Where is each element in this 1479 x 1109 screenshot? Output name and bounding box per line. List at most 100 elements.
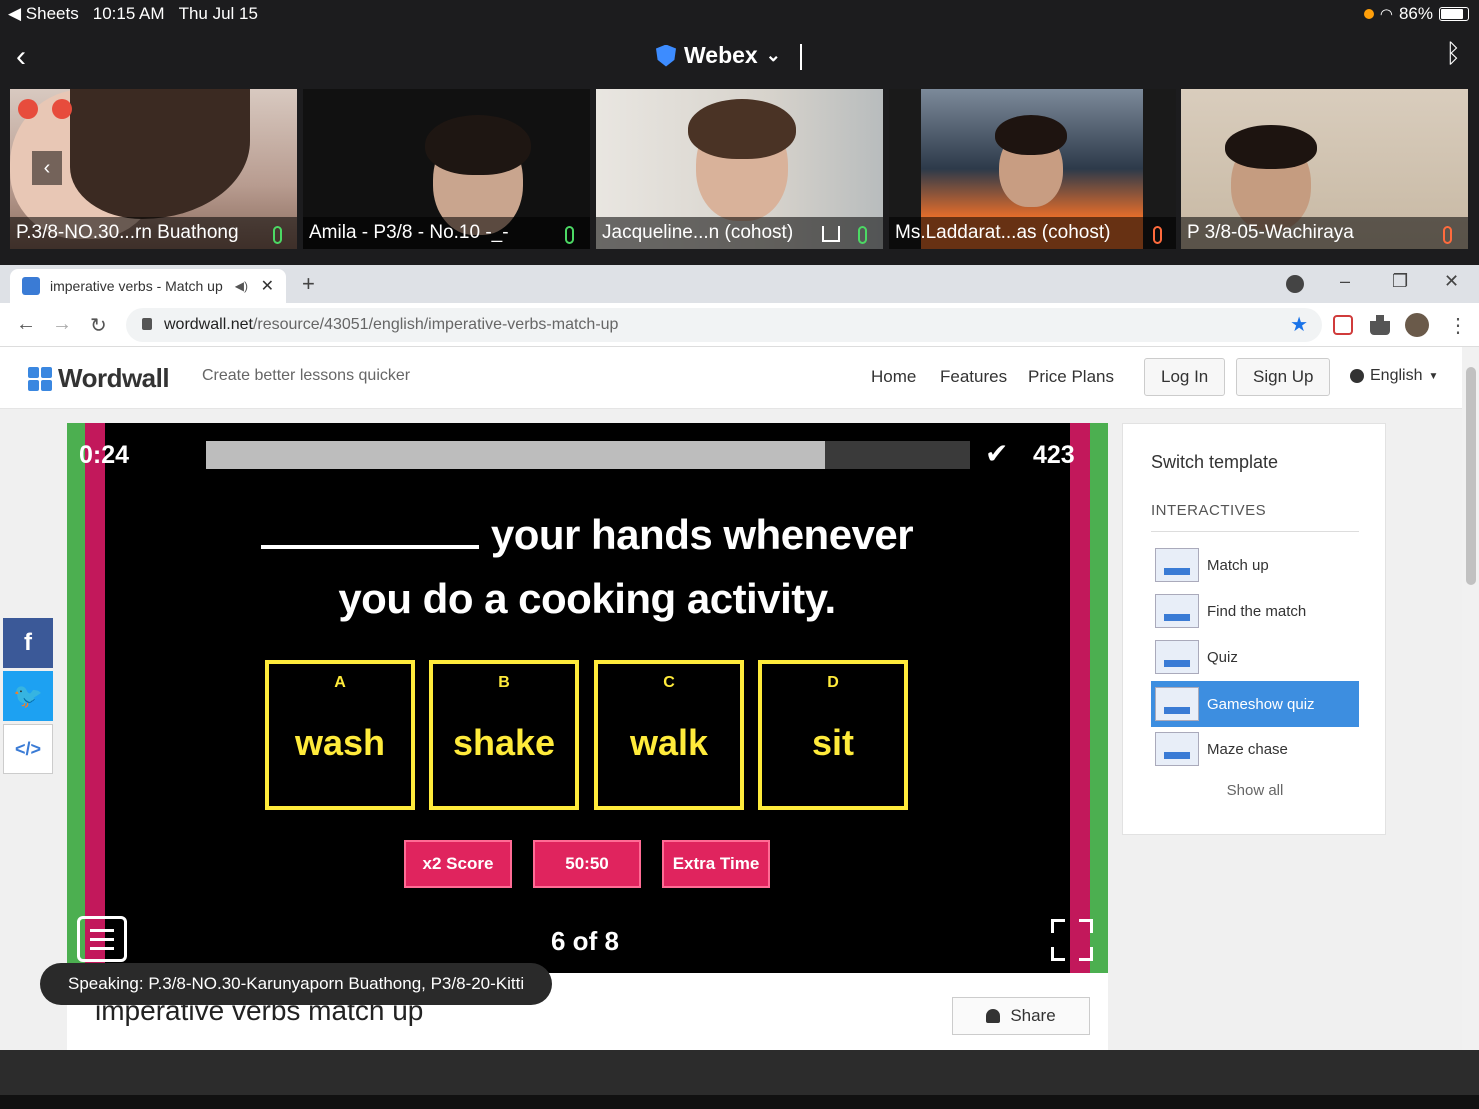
- fullscreen-icon[interactable]: [1051, 919, 1093, 961]
- nav-price-plans[interactable]: Price Plans: [1028, 367, 1114, 387]
- left-red-bar: [85, 423, 105, 973]
- tab-bar: imperative verbs - Match up ◀) ✕ + – ❐ ✕: [0, 265, 1479, 303]
- home-indicator-area: [0, 1095, 1479, 1109]
- question-text: your hands whenever you do a cooking act…: [197, 503, 977, 631]
- template-match-up[interactable]: Match up: [1151, 544, 1359, 586]
- fifty-fifty-button[interactable]: 50:50: [533, 840, 641, 888]
- game-menu-icon[interactable]: [77, 916, 127, 962]
- signup-button[interactable]: Sign Up: [1236, 358, 1331, 396]
- minimize-icon[interactable]: –: [1340, 271, 1350, 292]
- back-to-app[interactable]: ◀ Sheets: [8, 4, 79, 24]
- battery-percent: 86%: [1398, 4, 1433, 23]
- template-gameshow-quiz[interactable]: Gameshow quiz: [1151, 681, 1359, 727]
- tagline: Create better lessons quicker: [202, 367, 411, 384]
- bottom-strip: [0, 1050, 1479, 1095]
- reload-icon[interactable]: ↻: [90, 313, 107, 338]
- time-progress: [206, 441, 970, 469]
- template-maze-chase[interactable]: Maze chase: [1151, 728, 1359, 770]
- speaking-indicator: Speaking: P.3/8-NO.30-Karunyaporn Buatho…: [40, 963, 553, 1005]
- share-button[interactable]: Share: [952, 997, 1090, 1035]
- answer-option-c[interactable]: C walk: [594, 660, 744, 810]
- mic-on-icon: [273, 226, 282, 244]
- gameshow-quiz: 0:24 ✔ 423 your hands whenever you do a …: [67, 423, 1108, 973]
- lock-icon: [142, 318, 152, 330]
- extra-time-button[interactable]: Extra Time: [662, 840, 770, 888]
- answer-option-b[interactable]: B shake: [429, 660, 579, 810]
- status-time: 10:15 AM: [92, 4, 165, 23]
- language-selector[interactable]: English ▼: [1350, 367, 1438, 385]
- wifi-icon: ◠: [1379, 6, 1393, 23]
- more-menu-icon[interactable]: ⋮: [1448, 313, 1468, 338]
- answer-option-a[interactable]: A wash: [265, 660, 415, 810]
- browser-tab[interactable]: imperative verbs - Match up ◀) ✕: [10, 269, 286, 303]
- template-find-the-match[interactable]: Find the match: [1151, 590, 1359, 632]
- participant-tiles: ‹ P.3/8-NO.30...rn Buathong Amila - P3/8…: [0, 89, 1479, 249]
- switch-template-panel: Switch template INTERACTIVES Match up Fi…: [1122, 423, 1386, 835]
- chevron-down-icon: ⌄: [765, 45, 781, 65]
- new-tab-icon[interactable]: +: [302, 271, 315, 297]
- mic-muted-icon: [1443, 226, 1452, 244]
- template-quiz[interactable]: Quiz: [1151, 636, 1359, 678]
- shield-icon: [656, 44, 676, 67]
- scroll-thumb[interactable]: [1466, 367, 1476, 585]
- find-the-match-thumbnail-icon: [1155, 594, 1199, 628]
- ios-status-bar: ◀ Sheets 10:15 AM Thu Jul 15 ◠ 86%: [0, 0, 1479, 28]
- answer-option-d[interactable]: D sit: [758, 660, 908, 810]
- status-date: Thu Jul 15: [178, 4, 258, 23]
- check-icon: ✔: [985, 438, 1009, 469]
- close-window-icon[interactable]: ✕: [1444, 271, 1459, 292]
- facebook-share-icon[interactable]: f: [3, 618, 53, 668]
- forward-arrow-icon[interactable]: →: [52, 313, 72, 336]
- bluetooth-icon[interactable]: ᛒ: [1445, 38, 1461, 69]
- time-progress-fill: [206, 441, 825, 469]
- avatar[interactable]: [1405, 313, 1429, 337]
- panel-title: Switch template: [1151, 452, 1279, 472]
- share-screen-icon: [822, 226, 840, 242]
- maze-chase-thumbnail-icon: [1155, 732, 1199, 766]
- participant-name: Jacqueline...n (cohost): [602, 222, 794, 243]
- profile-dropdown-icon[interactable]: [1286, 275, 1304, 293]
- header-divider: [800, 44, 802, 70]
- participant-tile[interactable]: Ms.Laddarat...as (cohost): [889, 89, 1176, 249]
- right-green-bar: [1090, 423, 1108, 973]
- page-scrollbar[interactable]: [1462, 347, 1479, 1050]
- answer-blank: [260, 509, 479, 549]
- score: 423: [1033, 441, 1075, 469]
- back-arrow-icon[interactable]: ←: [16, 313, 36, 336]
- prev-tiles-icon[interactable]: ‹: [32, 151, 62, 185]
- question-counter: 6 of 8: [551, 926, 619, 956]
- left-green-bar: [67, 423, 85, 973]
- nav-features[interactable]: Features: [940, 367, 1007, 387]
- screen: ◀ Sheets 10:15 AM Thu Jul 15 ◠ 86% ‹ Web…: [0, 0, 1479, 1109]
- show-all-link[interactable]: Show all: [1123, 782, 1387, 799]
- webex-header: ‹ Webex ⌄ ᛒ: [0, 28, 1479, 86]
- wordwall-logo-icon: [28, 366, 52, 391]
- bookmark-star-icon[interactable]: ★: [1290, 308, 1308, 342]
- extension-icon[interactable]: [1333, 315, 1353, 335]
- section-heading: INTERACTIVES: [1151, 502, 1267, 519]
- login-button[interactable]: Log In: [1144, 358, 1226, 396]
- participant-tile[interactable]: Jacqueline...n (cohost): [596, 89, 883, 249]
- wordwall-logo[interactable]: Wordwall: [28, 363, 170, 394]
- participant-tile[interactable]: Amila - P3/8 - No.10 -_-: [303, 89, 590, 249]
- webex-title[interactable]: Webex ⌄: [656, 42, 781, 69]
- tab-title: imperative verbs - Match up: [50, 278, 223, 294]
- gameshow-quiz-thumbnail-icon: [1155, 687, 1199, 721]
- x2-score-button[interactable]: x2 Score: [404, 840, 512, 888]
- nav-home[interactable]: Home: [871, 367, 916, 387]
- participant-tile[interactable]: ‹ P.3/8-NO.30...rn Buathong: [10, 89, 297, 249]
- address-bar: ← → ↻ wordwall.net/resource/43051/englis…: [0, 303, 1479, 347]
- close-tab-icon[interactable]: ✕: [261, 276, 274, 296]
- wordwall-favicon-icon: [22, 277, 40, 295]
- embed-code-icon[interactable]: </>: [3, 724, 53, 774]
- participant-tile[interactable]: P 3/8-05-Wachiraya: [1181, 89, 1468, 249]
- url-field[interactable]: wordwall.net/resource/43051/english/impe…: [126, 308, 1322, 342]
- twitter-share-icon[interactable]: 🐦: [3, 671, 53, 721]
- mic-on-icon: [565, 226, 574, 244]
- battery-icon: [1439, 7, 1469, 21]
- participant-name: Ms.Laddarat...as (cohost): [895, 222, 1111, 243]
- puzzle-icon[interactable]: [1370, 315, 1390, 335]
- back-chevron-icon[interactable]: ‹: [16, 40, 26, 74]
- speaker-icon[interactable]: ◀): [235, 279, 248, 293]
- restore-icon[interactable]: ❐: [1392, 271, 1408, 292]
